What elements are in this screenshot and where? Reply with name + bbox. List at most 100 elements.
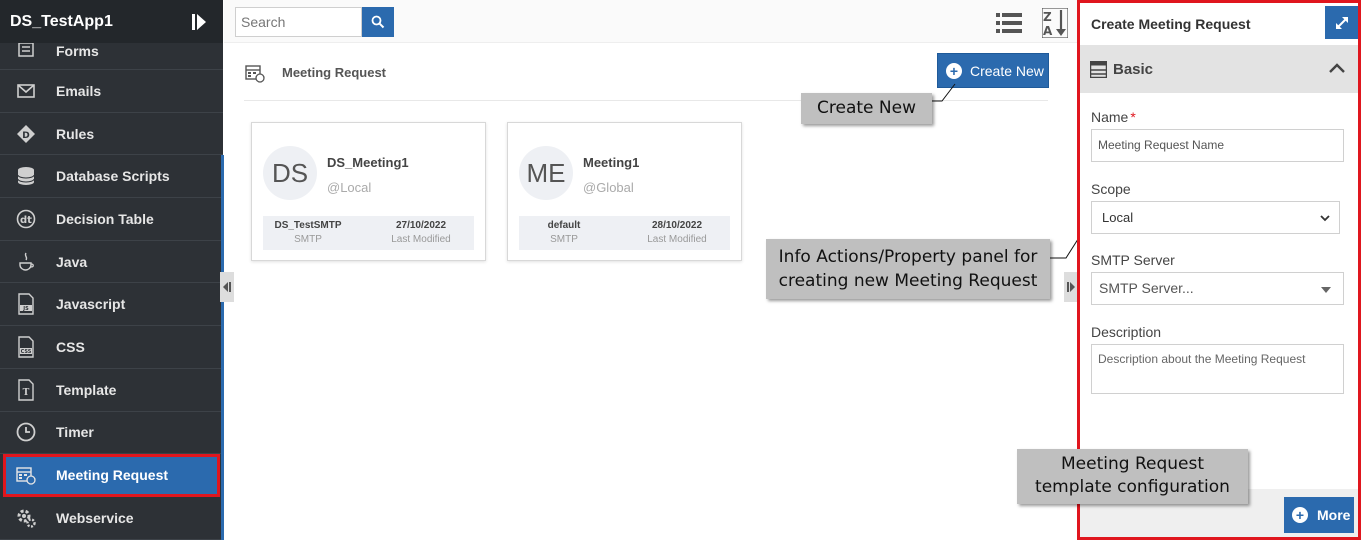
svg-text:A: A <box>1043 24 1053 38</box>
more-label: More <box>1317 507 1351 523</box>
callout-text: Meeting Request <box>1061 454 1204 474</box>
chevron-up-icon[interactable] <box>1328 61 1346 75</box>
smtp-server-placeholder: SMTP Server... <box>1099 280 1194 296</box>
smtp-label: SMTP <box>294 234 322 245</box>
sidebar-item-label: CSS <box>56 338 85 355</box>
more-button[interactable]: + More <box>1284 497 1354 533</box>
app-title: DS_TestApp1 <box>10 12 113 30</box>
callout-text: template configuration <box>1035 477 1230 497</box>
chevron-right-icon <box>1067 282 1075 292</box>
svg-text:T: T <box>23 388 30 398</box>
search-input[interactable]: Search <box>235 7 362 37</box>
template-icon: T <box>14 378 38 402</box>
callout-info-panel: Info Actions/Property panel for creating… <box>766 239 1050 299</box>
scope-label: Scope <box>1091 181 1131 197</box>
smtp-label: SMTP <box>550 234 578 245</box>
form-icon <box>1089 60 1108 79</box>
description-label: Description <box>1091 324 1162 340</box>
sidebar-item-forms[interactable]: Forms <box>0 43 223 70</box>
smtp-server-label: SMTP Server <box>1091 252 1175 268</box>
sidebar-item-label: Timer <box>56 424 94 441</box>
javascript-icon: JS <box>14 292 38 316</box>
sidebar-item-database-scripts[interactable]: Database Scripts <box>0 155 223 199</box>
expand-icon[interactable] <box>1325 6 1358 39</box>
sidebar-item-label: Template <box>56 381 117 398</box>
sidebar-item-java[interactable]: Java <box>0 241 223 284</box>
chevron-down-icon <box>1320 215 1330 222</box>
webservice-icon <box>14 506 38 530</box>
panel-title: Create Meeting Request <box>1091 16 1251 32</box>
svg-text:dt: dt <box>20 215 32 226</box>
card-scope: @Local <box>327 180 372 195</box>
collapse-right-handle[interactable] <box>1064 272 1078 302</box>
form-icon <box>14 43 38 57</box>
sort-za-icon[interactable]: ZA <box>1041 7 1069 39</box>
callout-template-config: Meeting Request template configuration <box>1017 449 1248 504</box>
svg-text:CSS: CSS <box>21 349 32 355</box>
sidebar-item-label: Rules <box>56 125 95 142</box>
search-button[interactable] <box>362 7 394 37</box>
name-field[interactable]: Meeting Request Name <box>1091 129 1344 162</box>
css-icon: CSS <box>14 335 38 359</box>
callout-text: creating new Meeting Request <box>778 271 1038 291</box>
modified-label: Last Modified <box>391 234 451 245</box>
collapse-left-handle[interactable] <box>220 272 234 302</box>
sidebar-item-timer[interactable]: Timer <box>0 412 223 455</box>
description-field[interactable]: Description about the Meeting Request <box>1091 344 1344 394</box>
chevron-left-icon <box>223 282 231 292</box>
java-icon <box>14 250 38 274</box>
card-name: DS_Meeting1 <box>327 155 409 170</box>
basic-section-header[interactable]: Basic <box>1080 45 1358 93</box>
sidebar-item-label: Database Scripts <box>56 168 170 185</box>
sidebar-item-rules[interactable]: D Rules <box>0 113 223 156</box>
panel-header: Create Meeting Request <box>1080 3 1358 45</box>
caret-down-icon <box>1321 287 1331 293</box>
collapse-sidebar-icon[interactable] <box>189 12 209 32</box>
sidebar-item-webservice[interactable]: Webservice <box>0 497 223 540</box>
callout-text: Info Actions/Property panel for <box>778 247 1038 267</box>
sidebar-nav: Forms Emails D Rules Database Scripts dt… <box>0 43 223 540</box>
modified-value: 27/10/2022 <box>395 220 447 231</box>
sidebar-item-emails[interactable]: Emails <box>0 70 223 113</box>
sidebar-item-label: Javascript <box>56 296 126 313</box>
email-icon <box>14 79 38 103</box>
create-new-button[interactable]: + Create New <box>937 53 1049 88</box>
callout-create-new: Create New <box>801 93 932 124</box>
sidebar: DS_TestApp1 Forms Emails D Rules Databas… <box>0 0 224 540</box>
sidebar-item-javascript[interactable]: JS Javascript <box>0 283 223 327</box>
sidebar-item-label: Decision Table <box>56 210 154 227</box>
svg-text:D: D <box>22 131 29 141</box>
sidebar-item-css[interactable]: CSS CSS <box>0 326 223 369</box>
card-meta: DS_TestSMTP SMTP 27/10/2022 Last Modifie… <box>263 216 474 250</box>
smtp-value: DS_TestSMTP <box>274 220 342 231</box>
svg-text:Z: Z <box>1043 10 1052 24</box>
sidebar-item-decision-table[interactable]: dt Decision Table <box>0 198 223 241</box>
scope-select[interactable]: Local <box>1091 201 1340 234</box>
avatar: DS <box>263 146 317 200</box>
meeting-request-card[interactable]: DS DS_Meeting1 @Local DS_TestSMTP SMTP 2… <box>251 122 486 261</box>
search-icon <box>371 15 385 29</box>
timer-icon <box>14 420 38 444</box>
sidebar-item-label: Forms <box>56 43 99 59</box>
name-label: Name * <box>1091 109 1136 125</box>
sidebar-header: DS_TestApp1 <box>0 0 223 43</box>
scope-value: Local <box>1102 210 1134 225</box>
plus-icon: + <box>946 62 962 79</box>
database-icon <box>14 164 38 188</box>
svg-text:JS: JS <box>22 306 29 312</box>
card-scope: @Global <box>583 180 634 195</box>
sidebar-item-meeting-request[interactable]: Meeting Request <box>3 454 220 497</box>
plus-icon: + <box>1292 507 1308 523</box>
top-toolbar: Search ZA <box>224 0 1077 43</box>
list-view-icon[interactable] <box>996 12 1022 34</box>
card-smtp: DS_TestSMTP SMTP <box>263 220 353 245</box>
meeting-request-card[interactable]: ME Meeting1 @Global default SMTP 28/10/2… <box>507 122 742 261</box>
smtp-server-select[interactable]: SMTP Server... <box>1091 272 1344 305</box>
decision-table-icon: dt <box>14 207 38 231</box>
card-modified: 28/10/2022 Last Modified <box>632 220 722 245</box>
sidebar-item-label: Meeting Request <box>56 467 169 484</box>
sidebar-item-template[interactable]: T Template <box>0 369 223 412</box>
card-name: Meeting1 <box>583 155 640 170</box>
card-modified: 27/10/2022 Last Modified <box>376 220 466 245</box>
modified-value: 28/10/2022 <box>651 220 703 231</box>
